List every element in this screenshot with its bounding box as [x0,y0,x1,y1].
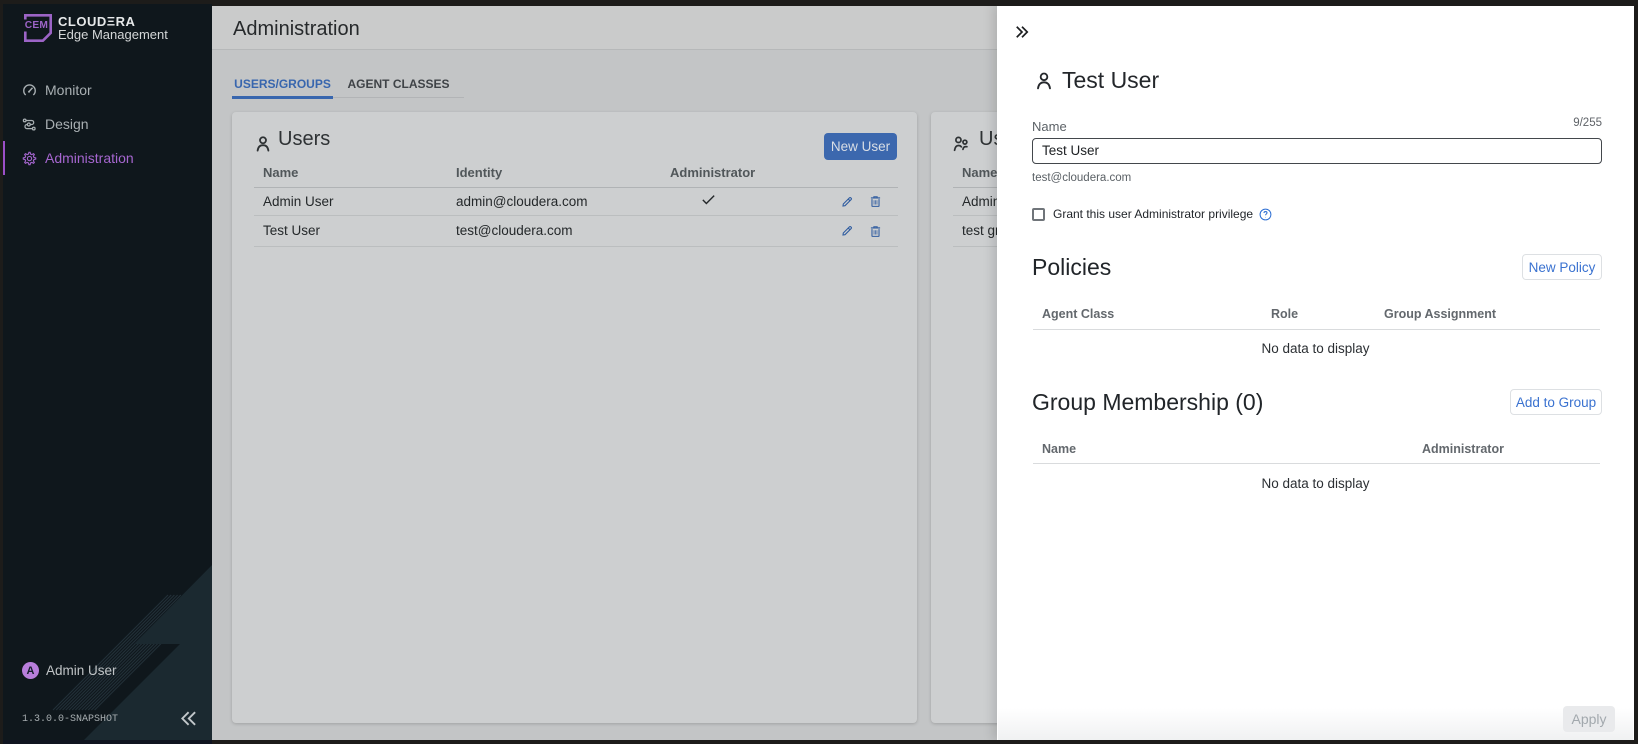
svg-text:CEM: CEM [25,20,48,31]
